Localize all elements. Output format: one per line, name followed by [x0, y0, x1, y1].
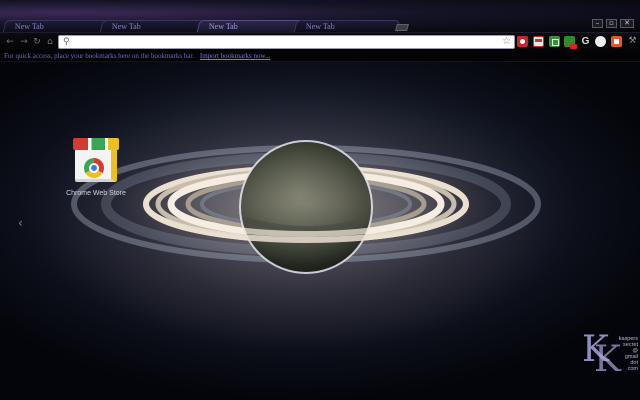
- google-g-icon[interactable]: G: [580, 36, 591, 47]
- watermark-text: kaspers secret @ gmail dot com: [616, 336, 638, 372]
- import-bookmarks-link[interactable]: Import bookmarks now...: [200, 52, 271, 60]
- back-icon[interactable]: ←: [4, 36, 16, 48]
- minimize-button[interactable]: –: [592, 19, 603, 28]
- store-awning: [73, 138, 119, 150]
- app-label: Chrome Web Store: [66, 190, 126, 197]
- ext-green-icon[interactable]: [549, 36, 560, 47]
- watermark-line: com: [627, 366, 638, 372]
- tab-strip: New Tab New Tab New Tab New Tab – ▫ ✕: [0, 0, 640, 33]
- ext-green-badge-icon[interactable]: [564, 36, 577, 49]
- close-button[interactable]: ✕: [620, 19, 634, 28]
- reload-icon[interactable]: ↻: [31, 36, 43, 48]
- ext-circle-icon[interactable]: [595, 36, 606, 47]
- chrome-web-store-icon: [73, 138, 119, 184]
- new-tab-button[interactable]: [395, 24, 409, 31]
- window-controls: – ▫ ✕: [592, 19, 634, 28]
- omnibox-input[interactable]: [75, 36, 495, 48]
- ext-red-icon[interactable]: [517, 36, 528, 47]
- star-icon[interactable]: ☆: [502, 36, 511, 48]
- gmail-icon[interactable]: [533, 36, 544, 47]
- chevron-left-icon[interactable]: ‹: [18, 216, 26, 230]
- home-icon[interactable]: ⌂: [44, 36, 56, 48]
- chrome-logo-icon: [84, 158, 104, 178]
- watermark: K K kaspers secret @ gmail dot com: [582, 332, 638, 384]
- toolbar: ← → ↻ ⌂ ⚲ ☆ G ⚒: [0, 32, 640, 50]
- saturn-wallpaper: [71, 140, 541, 274]
- ring-glow: [116, 144, 496, 264]
- search-icon: ⚲: [63, 37, 70, 47]
- omnibox[interactable]: ⚲ ☆: [58, 35, 515, 49]
- maximize-button[interactable]: ▫: [606, 19, 617, 28]
- new-tab-page: Chrome Web Store ‹ K K kaspers secret @ …: [0, 62, 640, 400]
- bookmarks-bar: For quick access, place your bookmarks h…: [0, 50, 640, 62]
- app-chrome-web-store[interactable]: Chrome Web Store: [56, 138, 136, 197]
- forward-icon[interactable]: →: [18, 36, 30, 48]
- bookmarks-bar-message: For quick access, place your bookmarks h…: [4, 52, 195, 60]
- ext-orange-icon[interactable]: [611, 36, 622, 47]
- wrench-icon[interactable]: ⚒: [627, 36, 638, 47]
